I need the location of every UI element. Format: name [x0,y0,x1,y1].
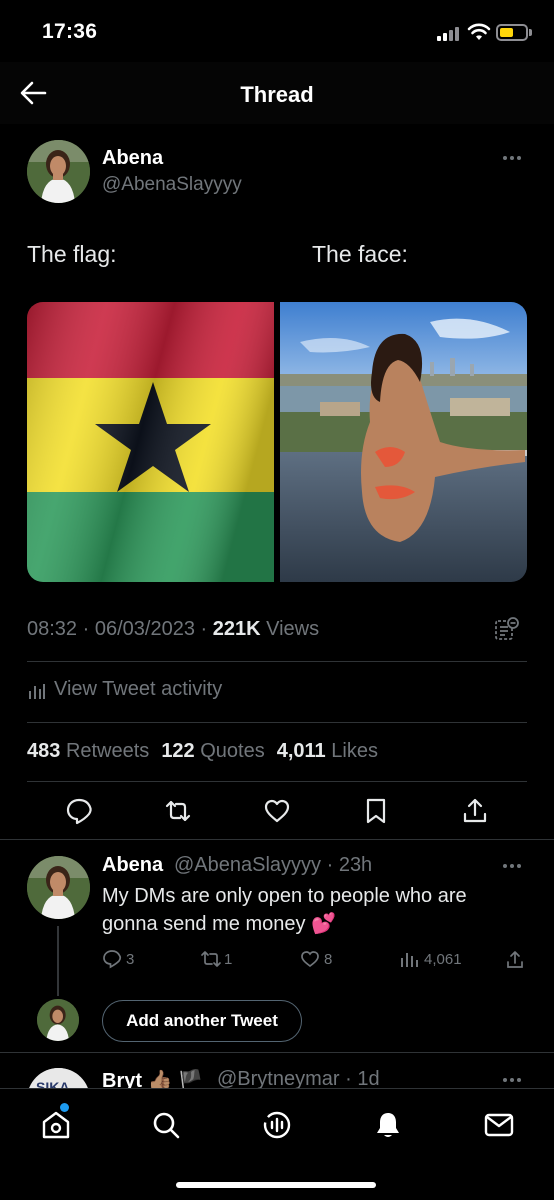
likes-label: Likes [331,740,378,762]
spaces-icon[interactable] [261,1109,293,1141]
divider [0,1052,554,1053]
divider [27,661,527,662]
quotes-label: Quotes [200,740,265,762]
author-handle[interactable]: @AbenaSlayyyy [102,174,242,196]
author-name[interactable]: Abena [102,147,163,170]
views-label: Views [266,618,320,640]
home-indicator [176,1182,376,1188]
more-options-icon[interactable] [503,862,527,870]
tweet-text-right: The face: [312,241,408,267]
tweet-media[interactable] [27,302,527,582]
battery-nub [529,29,532,36]
add-another-tweet-button[interactable]: Add another Tweet [102,1000,302,1042]
ghana-flag-image[interactable] [27,302,274,582]
battery-icon [496,24,528,41]
retweet-icon [201,951,221,967]
thread-connector-line [57,926,59,996]
like-heart-icon [301,951,319,968]
search-icon[interactable] [150,1109,182,1141]
quotes-count: 122 [161,740,195,762]
messages-mail-icon[interactable] [483,1109,515,1141]
reply-icon [103,950,122,969]
retweets-stat[interactable]: 483 Retweets [27,740,149,762]
reply-author-avatar[interactable] [27,856,90,919]
reply-count: 3 [126,951,135,968]
reply-text: My DMs are only open to people who are g… [102,885,467,935]
tweet-text-left: The flag: [27,241,117,267]
bookmark-icon[interactable] [362,797,390,825]
quotes-stat[interactable]: 122 Quotes [161,740,264,762]
more-options-icon[interactable] [503,154,527,162]
header: Thread [0,62,554,124]
tweet-meta: 08:32 · 06/03/2023 · 221K Views [27,618,320,640]
notifications-bell-icon[interactable] [372,1109,404,1141]
notification-dot [60,1103,69,1112]
signal-icon [437,27,463,41]
retweets-label: Retweets [65,740,150,762]
reply-icon[interactable] [65,797,93,825]
like-count: 8 [324,951,333,968]
tweet-time: 08:32 [27,618,78,640]
like-heart-icon[interactable] [263,797,291,825]
page-title: Thread [240,82,314,107]
analytics-icon[interactable] [494,616,520,642]
engagement-counts: 483 Retweets 122 Quotes 4,011 Likes [27,740,378,763]
share-icon[interactable] [505,949,525,971]
views-count: 221K [212,618,261,640]
view-tweet-activity-link[interactable]: View Tweet activity [54,678,222,701]
woman-pool-photo[interactable] [280,302,527,582]
likes-count: 4,011 [276,740,326,762]
likes-stat[interactable]: 4,011 Likes [277,740,378,762]
share-icon[interactable] [461,797,489,825]
activity-bars-icon [29,684,45,699]
reply-author-name[interactable]: Abena [102,854,163,877]
user-avatar [37,999,79,1041]
status-bar: 17:36 [0,0,554,62]
views-count: 4,061 [424,951,462,968]
author-avatar[interactable] [27,140,90,203]
retweets-count: 483 [27,740,61,762]
retweet-icon[interactable] [164,797,192,825]
views-bars-icon [401,953,418,967]
home-icon[interactable] [40,1109,72,1141]
retweet-count: 1 [224,951,233,968]
reply-author-handle[interactable]: @AbenaSlayyyy · 23h [174,854,372,877]
status-time: 17:36 [42,20,98,43]
wifi-icon [467,23,491,40]
divider [27,722,527,723]
tweet-date: 06/03/2023 [94,618,195,640]
divider [0,839,554,840]
more-options-icon[interactable] [503,1076,527,1084]
divider [27,781,527,782]
